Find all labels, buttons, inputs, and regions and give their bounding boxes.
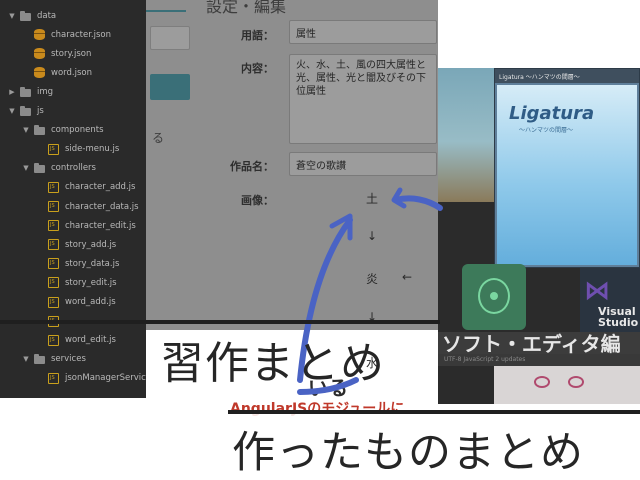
js-file-icon bbox=[48, 201, 59, 212]
tree-folder[interactable]: ▶ img bbox=[8, 82, 53, 101]
tree-folder[interactable]: ▼ controllers bbox=[22, 159, 96, 178]
js-file-icon bbox=[48, 220, 59, 232]
primary-caption: 習作まとめ bbox=[160, 338, 385, 389]
screenshot-collage: Ligatura ～ハンマツの間層～ Ligatura ～ハンマツの間層～ ⋈ … bbox=[438, 68, 640, 404]
ligatura-titlebar: Ligatura ～ハンマツの間層～ bbox=[495, 69, 639, 83]
tree-item-label: js bbox=[37, 106, 44, 116]
atom-nucleus-icon bbox=[490, 292, 498, 300]
editor-caption-text: ソフト・エディタ編 bbox=[442, 332, 621, 356]
tree-file[interactable]: character_data.js bbox=[36, 197, 139, 216]
visual-studio-label: Visual Studio bbox=[598, 305, 639, 329]
chevron-down-icon[interactable]: ▼ bbox=[22, 164, 30, 172]
ligatura-logo-text: Ligatura bbox=[509, 103, 595, 124]
ligatura-subtitle: ～ハンマツの間層～ bbox=[519, 127, 574, 134]
tree-folder[interactable]: ▼ js bbox=[8, 102, 44, 121]
js-file-icon bbox=[48, 143, 59, 155]
tree-file[interactable]: side-menu.js bbox=[36, 140, 119, 159]
tree-item-label: character_data.js bbox=[65, 201, 139, 212]
folder-icon bbox=[20, 106, 31, 116]
game-scene-thumbnail bbox=[438, 68, 494, 202]
visual-studio-icon: ⋈ bbox=[584, 276, 610, 306]
tree-item-label: story_data.js bbox=[65, 258, 120, 269]
tree-folder[interactable]: ▼ data bbox=[8, 6, 56, 25]
tree-file[interactable]: character_edit.js bbox=[36, 216, 136, 235]
database-icon bbox=[34, 29, 45, 41]
js-file-icon bbox=[48, 277, 59, 289]
diagram-arrow-down: ↓ bbox=[367, 229, 378, 243]
tree-file[interactable]: character.json bbox=[22, 25, 111, 44]
active-tab-indicator bbox=[146, 10, 186, 12]
diagram-arrow-left: ← bbox=[402, 270, 413, 284]
illustration-eye-left bbox=[534, 376, 550, 388]
tree-item-label: img bbox=[37, 86, 54, 97]
diagram-earth: 土 bbox=[366, 192, 379, 206]
tree-file[interactable]: word_add.js bbox=[36, 293, 116, 312]
editor-section-caption: ソフト・エディタ編 bbox=[438, 332, 640, 356]
tree-file[interactable]: word.json bbox=[22, 63, 92, 82]
js-file-icon bbox=[48, 239, 59, 251]
atom-editor-icon bbox=[462, 264, 526, 330]
tree-item-label: word_add.js bbox=[65, 297, 116, 307]
character-illustration bbox=[494, 366, 640, 404]
tree-file[interactable]: story.json bbox=[22, 44, 91, 63]
tree-item-label: story.json bbox=[51, 48, 92, 59]
tree-file[interactable]: character_add.js bbox=[36, 178, 135, 197]
ligatura-title-screen: Ligatura ～ハンマツの間層～ bbox=[497, 85, 637, 265]
left-action-button[interactable] bbox=[150, 74, 190, 100]
database-icon bbox=[34, 48, 45, 60]
edit-form-panel: 設定・編集 る 用語： 属性 内容： 火、水、土、風の四大属性と光、属性、光と闇… bbox=[146, 0, 438, 330]
js-file-icon bbox=[48, 258, 59, 270]
secondary-caption: 作ったものまとめ bbox=[232, 428, 584, 478]
tree-item-label: data bbox=[37, 10, 57, 21]
term-label: 用語： bbox=[241, 29, 274, 42]
form-heading: 設定・編集 bbox=[206, 0, 287, 16]
content-textarea[interactable]: 火、水、土、風の四大属性と光、属性、光と闇及びその下位属性 bbox=[289, 54, 437, 144]
folder-icon bbox=[20, 86, 31, 97]
folder-icon bbox=[34, 163, 45, 174]
tree-file[interactable]: story_data.js bbox=[36, 254, 119, 273]
caption-rule-bottom bbox=[228, 410, 640, 414]
folder-icon bbox=[34, 125, 45, 136]
diagram-fire: 炎 bbox=[366, 272, 379, 286]
database-icon bbox=[34, 67, 45, 79]
left-text-fragment: る bbox=[152, 131, 165, 145]
folder-icon bbox=[20, 10, 31, 21]
chevron-down-icon[interactable]: ▼ bbox=[8, 12, 16, 20]
chevron-down-icon[interactable]: ▼ bbox=[8, 107, 16, 115]
image-label: 画像： bbox=[241, 194, 274, 207]
tree-item-label: components bbox=[51, 125, 104, 136]
js-file-icon bbox=[48, 181, 59, 193]
tree-item-label: word.json bbox=[51, 67, 92, 78]
term-input[interactable]: 属性 bbox=[289, 20, 437, 44]
tree-item-label: controllers bbox=[51, 163, 96, 174]
tree-item-label: character_edit.js bbox=[65, 220, 136, 231]
tree-item-label: character_add.js bbox=[65, 182, 136, 193]
js-file-icon bbox=[48, 296, 59, 308]
work-title-label: 作品名： bbox=[230, 160, 274, 173]
content-label: 内容： bbox=[241, 62, 274, 75]
tree-file[interactable]: story_add.js bbox=[36, 235, 116, 254]
tree-item-label: side-menu.js bbox=[65, 144, 120, 155]
chevron-down-icon[interactable]: ▼ bbox=[22, 126, 30, 134]
tree-folder[interactable]: ▼ components bbox=[22, 121, 104, 140]
illustration-eye-right bbox=[568, 376, 584, 388]
left-input-field[interactable] bbox=[150, 26, 190, 50]
tree-item-label: story_add.js bbox=[65, 239, 117, 250]
tree-item-label: story_edit.js bbox=[65, 277, 117, 288]
tree-file[interactable]: story_edit.js bbox=[36, 273, 117, 292]
work-title-input[interactable]: 蒼空の歌讃 bbox=[289, 152, 437, 176]
tree-item-label: character.json bbox=[51, 29, 112, 40]
chevron-right-icon[interactable]: ▶ bbox=[8, 88, 16, 96]
ligatura-window: Ligatura ～ハンマツの間層～ Ligatura ～ハンマツの間層～ bbox=[494, 68, 640, 268]
editor-statusbar: UTF-8 JavaScript 2 updates bbox=[438, 354, 640, 366]
